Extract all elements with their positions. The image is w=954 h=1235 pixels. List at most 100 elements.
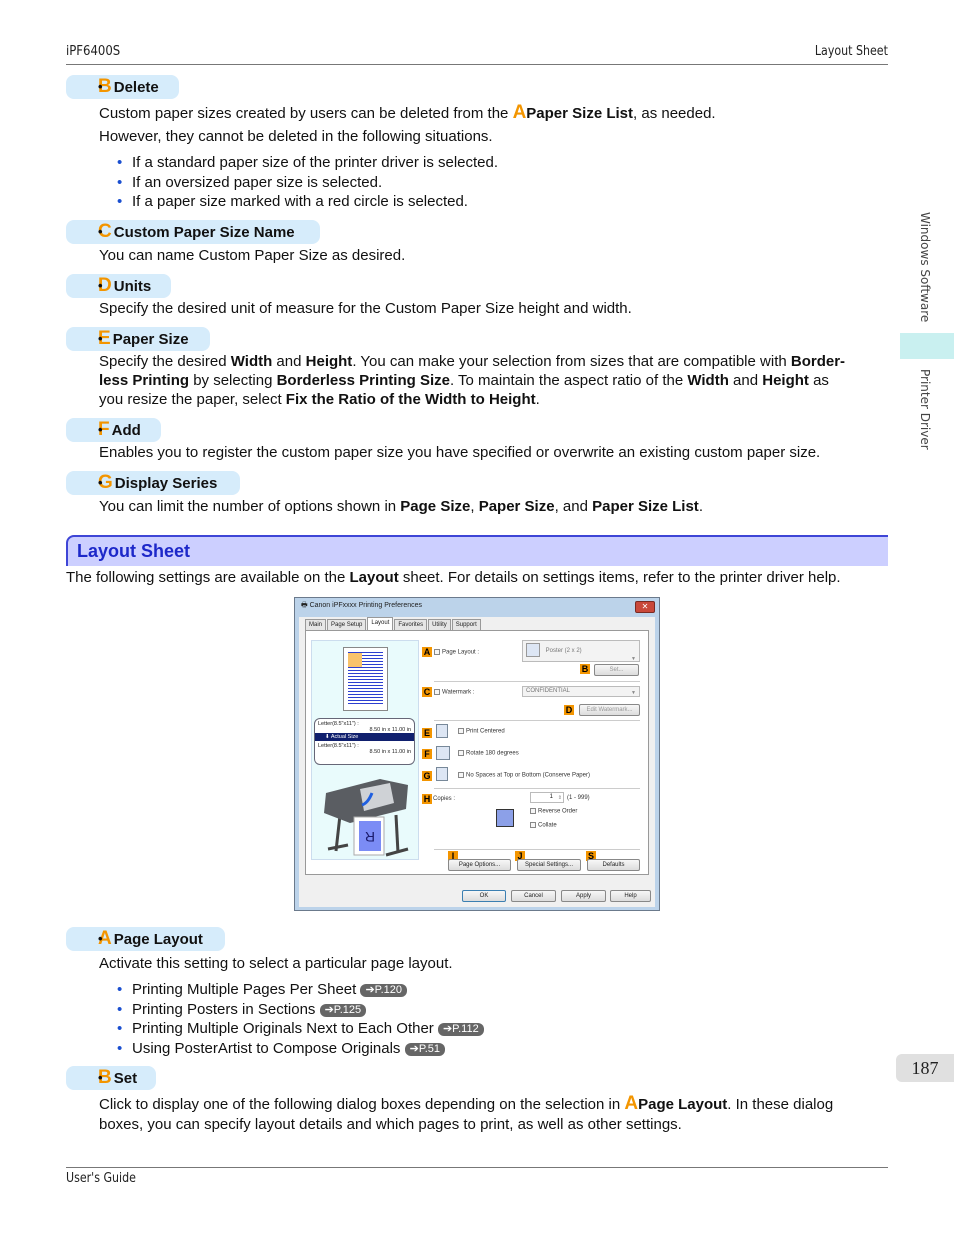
- item-heading-display-series: • G Display Series: [66, 471, 240, 495]
- page-layout-links: Printing Multiple Pages Per Sheet ➔P.120…: [117, 980, 484, 1058]
- page-layout-checkbox[interactable]: Page Layout :: [434, 649, 479, 656]
- page-options-button[interactable]: Page Options...: [448, 859, 511, 871]
- list-item: If a paper size marked with a red circle…: [117, 192, 498, 212]
- item-heading-custom-paper-size-name: • C Custom Paper Size Name: [66, 220, 320, 244]
- page-reference-link[interactable]: ➔P.125: [319, 1003, 367, 1017]
- side-tab-marker: [900, 333, 954, 359]
- page-reference-link[interactable]: ➔P.120: [360, 984, 408, 997]
- set-button[interactable]: Set...: [594, 664, 639, 676]
- printing-preferences-dialog: 🖶 Canon iPFxxxx Printing Preferences ✕ M…: [294, 597, 660, 911]
- ok-button[interactable]: OK: [462, 890, 506, 902]
- spinner-icon: ⇕: [557, 795, 562, 801]
- add-description: Enables you to register the custom paper…: [99, 444, 821, 461]
- paper-size-info: Letter(8.5"x11") : 8.50 in x 11.00 in ⬇ …: [314, 718, 415, 765]
- tab-main[interactable]: Main: [305, 619, 327, 630]
- list-item: Printing Multiple Pages Per Sheet ➔P.120: [117, 980, 484, 1000]
- scale-mode: ⬇ Actual Size: [315, 733, 414, 741]
- bullet-icon: •: [98, 422, 103, 437]
- bullet-icon: •: [98, 475, 103, 490]
- tab-utility[interactable]: Utility: [428, 619, 451, 630]
- special-settings-button[interactable]: Special Settings...: [517, 859, 581, 871]
- delete-note: However, they cannot be deleted in the f…: [99, 128, 493, 145]
- divider: [434, 788, 640, 789]
- callout-c: C: [422, 687, 432, 697]
- dialog-tabs: Main Page Setup Layout Favorites Utility…: [305, 617, 482, 630]
- watermark-select[interactable]: CONFIDENTIAL ▼: [522, 686, 640, 697]
- cancel-button[interactable]: Cancel: [511, 890, 556, 902]
- copies-input[interactable]: 1 ⇕: [530, 792, 564, 803]
- tab-layout[interactable]: Layout: [367, 617, 394, 630]
- bullet-icon: •: [98, 1070, 103, 1085]
- edit-watermark-button[interactable]: Edit Watermark...: [579, 704, 640, 716]
- print-centered-icon: [436, 724, 448, 738]
- divider: [434, 681, 640, 682]
- layout-sheet-intro: The following settings are available on …: [66, 569, 841, 586]
- page-layout-description: Activate this setting to select a partic…: [99, 955, 453, 972]
- callout-f: F: [422, 749, 432, 759]
- print-centered-checkbox[interactable]: Print Centered: [458, 728, 505, 735]
- reverse-order-checkbox[interactable]: Reverse Order: [530, 808, 577, 815]
- bullet-icon: •: [98, 79, 103, 94]
- close-icon[interactable]: ✕: [635, 601, 655, 613]
- dialog-body: Main Page Setup Layout Favorites Utility…: [299, 617, 655, 907]
- arrow-down-icon: ⬇: [325, 734, 330, 740]
- display-series-description: You can limit the number of options show…: [99, 498, 703, 515]
- callout-a: A: [422, 647, 432, 657]
- printer-illustration: R: [324, 779, 409, 857]
- collate-checkbox[interactable]: Collate: [530, 822, 557, 829]
- delete-conditions-list: If a standard paper size of the printer …: [117, 153, 498, 212]
- tab-favorites[interactable]: Favorites: [394, 619, 428, 630]
- bullet-icon: •: [98, 331, 103, 346]
- item-title: Delete: [113, 79, 159, 96]
- callout-e: E: [422, 728, 432, 738]
- watermark-checkbox[interactable]: Watermark :: [434, 689, 474, 696]
- item-heading-page-layout: • A Page Layout: [66, 927, 225, 951]
- side-tab-subcategory[interactable]: Printer Driver: [918, 369, 932, 450]
- list-item: Printing Posters in Sections ➔P.125: [117, 1000, 484, 1020]
- footer-guide: User's Guide: [66, 1171, 136, 1186]
- list-item: Using PosterArtist to Compose Originals …: [117, 1039, 484, 1059]
- svg-text:R: R: [365, 829, 375, 845]
- defaults-button[interactable]: Defaults: [587, 859, 640, 871]
- page-reference-link[interactable]: ➔P.112: [437, 1023, 484, 1036]
- image-icon: [348, 653, 362, 667]
- printer-icon: 🖶: [301, 602, 308, 609]
- footer-divider: [66, 1167, 888, 1168]
- custom-name-description: You can name Custom Paper Size as desire…: [99, 247, 406, 264]
- tab-page-setup[interactable]: Page Setup: [327, 619, 367, 630]
- set-description: Click to display one of the following di…: [99, 1093, 834, 1134]
- paper-size-description: Specify the desired Width and Height. Yo…: [99, 353, 846, 408]
- bullet-icon: •: [98, 224, 103, 239]
- help-button[interactable]: Help: [610, 890, 651, 902]
- page-reference-link[interactable]: ➔P.51: [404, 1042, 446, 1056]
- list-item: If an oversized paper size is selected.: [117, 173, 498, 193]
- callout-b: B: [580, 664, 590, 674]
- item-heading-units: • D Units: [66, 274, 171, 298]
- header-model: iPF6400S: [66, 44, 121, 59]
- copies-range: (1 - 999): [567, 795, 590, 801]
- page-number: 187: [896, 1054, 954, 1082]
- page-layout-select[interactable]: Poster (2 x 2) ▼: [522, 640, 640, 662]
- callout-h: H: [422, 794, 432, 804]
- delete-description: Custom paper sizes created by users can …: [99, 102, 716, 123]
- tab-support[interactable]: Support: [451, 619, 481, 630]
- dialog-title: 🖶 Canon iPFxxxx Printing Preferences: [301, 602, 422, 609]
- divider: [434, 849, 640, 850]
- page-preview-thumbnail: [343, 647, 388, 711]
- side-tab-category[interactable]: Windows Software: [918, 212, 932, 322]
- list-item: Printing Multiple Originals Next to Each…: [117, 1019, 484, 1039]
- item-heading-delete: • B Delete: [66, 75, 179, 99]
- callout-g: G: [422, 771, 432, 781]
- rotate-180-checkbox[interactable]: Rotate 180 degrees: [458, 750, 519, 757]
- chevron-down-icon: ▼: [631, 690, 636, 696]
- copies-stack-icon: [496, 809, 514, 827]
- units-description: Specify the desired unit of measure for …: [99, 300, 632, 317]
- divider: [434, 720, 640, 721]
- bullet-icon: •: [98, 931, 103, 946]
- apply-button[interactable]: Apply: [561, 890, 606, 902]
- item-heading-set: • B Set: [66, 1066, 156, 1090]
- no-spaces-checkbox[interactable]: No Spaces at Top or Bottom (Conserve Pap…: [458, 772, 590, 779]
- preview-pane: Letter(8.5"x11") : 8.50 in x 11.00 in ⬇ …: [311, 640, 419, 860]
- section-heading-layout-sheet: Layout Sheet: [66, 535, 888, 566]
- item-heading-paper-size: • E Paper Size: [66, 327, 210, 351]
